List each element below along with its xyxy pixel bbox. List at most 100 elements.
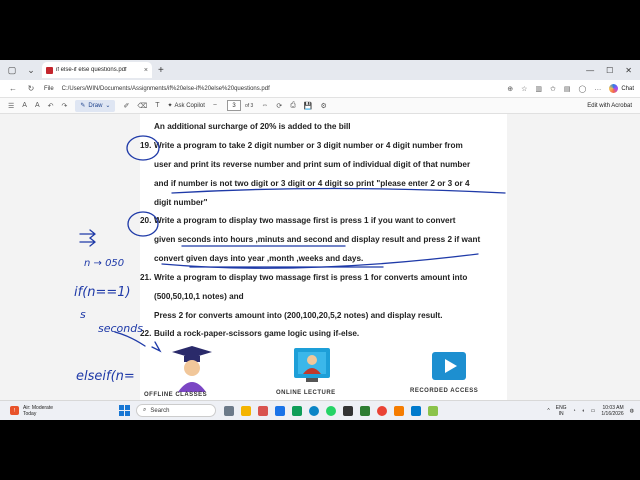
close-window-button[interactable]: ✕ bbox=[625, 66, 632, 75]
tray-chevron-icon[interactable]: ^ bbox=[547, 408, 549, 414]
highlight-icon[interactable]: ✐ bbox=[123, 102, 129, 110]
app-icon[interactable] bbox=[428, 405, 439, 416]
app-icon[interactable] bbox=[292, 405, 303, 416]
doc-line: Write a program to display two massage f… bbox=[154, 273, 468, 282]
recorded-access-label: RECORDED ACCESS bbox=[410, 388, 479, 394]
doc-line: and if number is not two digit or 3 digi… bbox=[154, 179, 470, 188]
read-aloud-icon[interactable]: A bbox=[35, 102, 40, 109]
url-field[interactable]: C:/Users/WIN/Documents/Assignments/if%20… bbox=[62, 86, 270, 92]
tab-list-icon[interactable]: ⌄ bbox=[24, 63, 38, 77]
ink-text-n: n → 050 bbox=[84, 258, 124, 269]
vscode-icon[interactable] bbox=[411, 405, 422, 416]
app-icon[interactable] bbox=[360, 405, 371, 416]
chat-label: Chat bbox=[621, 85, 634, 92]
whatsapp-icon[interactable] bbox=[326, 405, 337, 416]
search-placeholder: Search bbox=[150, 407, 170, 414]
edge-icon[interactable] bbox=[309, 405, 320, 416]
notification-icon[interactable]: ◍ bbox=[630, 408, 634, 414]
ask-copilot-button[interactable]: ✦ Ask Copilot bbox=[167, 102, 205, 110]
favorite-icon[interactable]: ☆ bbox=[521, 85, 527, 93]
play-video-icon bbox=[432, 352, 466, 380]
start-button[interactable] bbox=[119, 405, 131, 416]
fit-width-icon[interactable]: ⇔ bbox=[261, 102, 268, 109]
chrome-icon[interactable] bbox=[377, 405, 388, 416]
app-icon[interactable] bbox=[394, 405, 405, 416]
doc-line: An additional surcharge of 20% is added … bbox=[154, 122, 351, 131]
clock-date: 1/16/2026 bbox=[601, 410, 624, 417]
offline-classes-graphic: OFFLINE CLASSES bbox=[144, 346, 218, 400]
ink-text-elseif: elseif(n= bbox=[76, 369, 135, 384]
tab-actions-icon[interactable]: ▢ bbox=[5, 63, 19, 77]
pdf-viewport[interactable]: An additional surcharge of 20% is added … bbox=[0, 114, 640, 400]
settings-icon[interactable]: ⚙ bbox=[321, 102, 327, 110]
text-icon[interactable]: A bbox=[22, 102, 27, 109]
clock[interactable]: 10:03 AM 1/16/2026 bbox=[601, 405, 623, 417]
ink-text-if: if(n==1) bbox=[74, 285, 131, 300]
file-explorer-icon[interactable] bbox=[241, 405, 252, 416]
save-icon[interactable]: 💾 bbox=[304, 102, 313, 110]
system-tray: ^ ENG IN ◔ ◖ ▭ 10:03 AM 1/16/2026 ◍ bbox=[547, 405, 634, 417]
question-number: 19. bbox=[140, 141, 152, 150]
language-indicator[interactable]: ENG IN bbox=[556, 405, 567, 417]
print-icon[interactable]: ⎙ bbox=[290, 102, 296, 110]
draw-label: Draw bbox=[88, 102, 103, 109]
copilot-icon: ✦ bbox=[167, 103, 173, 109]
edit-with-acrobat-button[interactable]: Edit with Acrobat bbox=[587, 103, 632, 109]
app-icon[interactable] bbox=[275, 405, 286, 416]
chevron-down-icon: ⌄ bbox=[105, 103, 111, 109]
task-view-icon[interactable] bbox=[224, 405, 235, 416]
ink-text-seconds: seconds bbox=[98, 322, 143, 335]
volume-icon[interactable]: ◖ bbox=[582, 408, 585, 414]
doc-line: digit number" bbox=[154, 198, 208, 207]
window-controls: — ☐ ✕ bbox=[586, 66, 632, 75]
maximize-button[interactable]: ☐ bbox=[606, 66, 613, 75]
question-number: 22. bbox=[140, 329, 152, 338]
air-quality-icon: ! bbox=[10, 406, 19, 415]
new-tab-button[interactable]: + bbox=[158, 65, 164, 76]
add-text-icon[interactable]: T bbox=[155, 102, 159, 109]
doc-line: Write a program to display two massage f… bbox=[154, 216, 456, 225]
ask-copilot-label: Ask Copilot bbox=[174, 102, 205, 109]
collections-icon[interactable]: ▤ bbox=[564, 85, 571, 93]
pen-icon: ✎ bbox=[80, 103, 86, 109]
favorites-icon[interactable]: ✩ bbox=[550, 85, 556, 93]
contents-icon[interactable]: ☰ bbox=[8, 102, 14, 110]
doc-line: given seconds into hours ,minuts and sec… bbox=[154, 235, 481, 244]
page-number-input[interactable]: 3 bbox=[227, 100, 241, 111]
tab-close-icon[interactable]: × bbox=[144, 67, 148, 74]
eraser-icon[interactable]: ⌫ bbox=[137, 102, 147, 110]
weather-widget[interactable]: ! Air: Moderate Today bbox=[10, 405, 53, 417]
refresh-icon[interactable]: ↻ bbox=[26, 84, 36, 93]
zoom-icon[interactable]: ⊕ bbox=[507, 85, 513, 93]
tab-pdf[interactable]: if else-if else questions.pdf × bbox=[42, 62, 152, 78]
doc-line: Build a rock-paper-scissors game logic u… bbox=[154, 329, 360, 338]
split-screen-icon[interactable]: ▥ bbox=[535, 85, 542, 93]
more-icon[interactable]: … bbox=[594, 85, 601, 92]
doc-line: (500,50,10,1 notes) and bbox=[154, 292, 244, 301]
rotate-icon[interactable]: ⟳ bbox=[276, 102, 282, 110]
address-bar: ← ↻ File C:/Users/WIN/Documents/Assignme… bbox=[0, 80, 640, 98]
copilot-logo-icon bbox=[609, 84, 619, 93]
tab-title: if else-if else questions.pdf bbox=[56, 67, 127, 73]
pdf-page: An additional surcharge of 20% is added … bbox=[140, 114, 507, 400]
undo-icon[interactable]: ↶ bbox=[48, 102, 54, 110]
back-icon[interactable]: ← bbox=[8, 84, 18, 93]
ink-text-s: s bbox=[80, 308, 86, 321]
address-file-label[interactable]: File bbox=[44, 86, 54, 92]
redo-icon[interactable]: ↷ bbox=[62, 102, 68, 110]
zoom-out-icon[interactable]: − bbox=[213, 102, 217, 109]
taskbar-search[interactable]: ⌕ Search bbox=[136, 404, 217, 417]
battery-icon[interactable]: ▭ bbox=[591, 408, 596, 414]
weather-sub: Today bbox=[23, 410, 37, 417]
question-number: 21. bbox=[140, 273, 152, 282]
recorded-access-graphic: RECORDED ACCESS bbox=[410, 350, 490, 400]
app-icon[interactable] bbox=[343, 405, 354, 416]
draw-button[interactable]: ✎ Draw ⌄ bbox=[75, 99, 116, 112]
online-lecture-label: ONLINE LECTURE bbox=[276, 390, 336, 396]
chat-button[interactable]: Chat bbox=[609, 84, 634, 93]
profile-icon[interactable]: ◯ bbox=[578, 85, 586, 93]
app-icon[interactable] bbox=[258, 405, 269, 416]
ink-arrow-2 bbox=[79, 237, 97, 247]
wifi-icon[interactable]: ◔ bbox=[573, 408, 576, 414]
minimize-button[interactable]: — bbox=[586, 66, 594, 75]
